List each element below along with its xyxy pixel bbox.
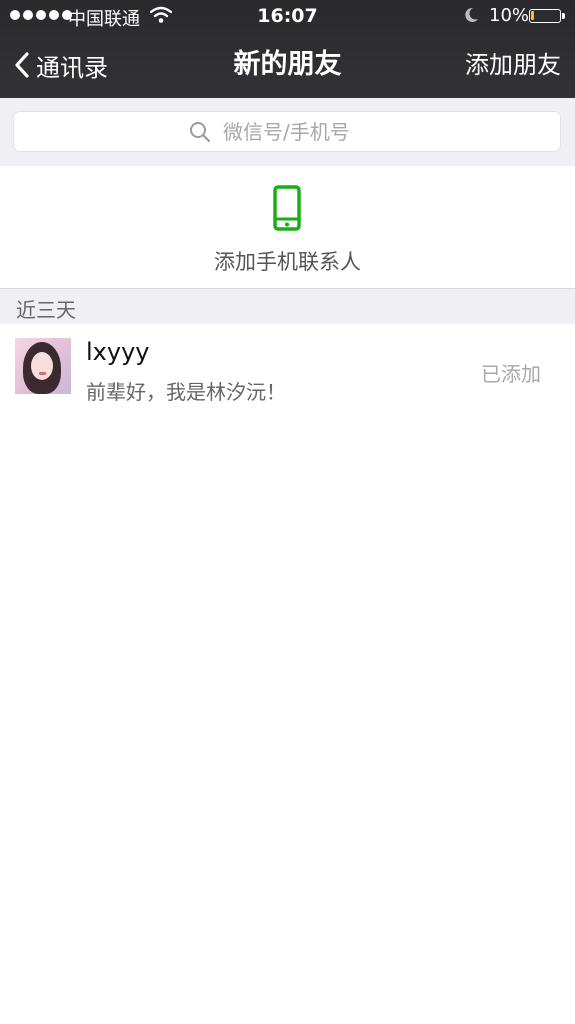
navigation-bar: 通讯录 新的朋友 添加朋友 <box>0 32 575 98</box>
add-friend-button[interactable]: 添加朋友 <box>465 32 561 98</box>
phone-icon <box>273 185 301 235</box>
battery-tip <box>562 13 565 19</box>
do-not-disturb-moon-icon <box>462 6 480 29</box>
friend-request-message: 前辈好，我是林汐沅！ <box>86 380 286 404</box>
friend-name: lxyyy <box>86 338 150 366</box>
add-phone-contacts-label: 添加手机联系人 <box>214 250 361 274</box>
status-bar: 中国联通 16:07 10% <box>0 0 575 32</box>
search-box[interactable] <box>13 111 561 152</box>
top-bar: 中国联通 16:07 10% 通讯录 新的朋友 添加朋友 <box>0 0 575 98</box>
search-input[interactable] <box>221 118 385 145</box>
friend-request-row[interactable]: lxyyy 前辈好，我是林汐沅！ 已添加 <box>0 324 575 412</box>
section-title: 近三天 <box>16 298 76 322</box>
added-status-label: 已添加 <box>481 362 541 386</box>
search-area <box>0 98 575 166</box>
avatar[interactable] <box>15 338 71 394</box>
battery-percentage: 10% <box>489 5 530 26</box>
add-phone-contacts-button[interactable]: 添加手机联系人 <box>0 166 575 289</box>
section-header-recent: 近三天 <box>0 289 575 324</box>
battery-level-fill <box>531 11 534 20</box>
battery-icon <box>529 9 561 23</box>
search-icon <box>190 121 211 142</box>
